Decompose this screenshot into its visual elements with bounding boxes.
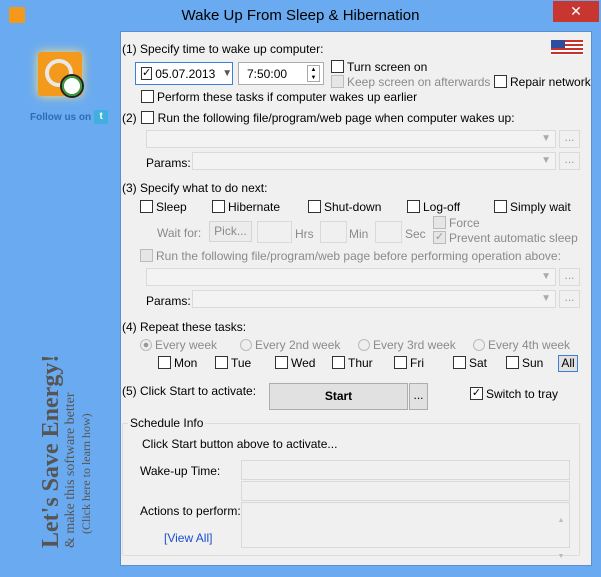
us-flag-icon[interactable]	[551, 40, 583, 55]
run-on-wake-checkbox[interactable]: (2) Run the following file/program/web pa…	[122, 111, 515, 125]
wake-params-combo[interactable]: ▼	[192, 152, 556, 170]
all-days-button[interactable]: All	[558, 355, 578, 372]
every-week-radio[interactable]: Every week	[140, 338, 217, 352]
s5-label: (5) Click Start to activate:	[122, 384, 257, 398]
s4-label: (4) Repeat these tasks:	[122, 320, 247, 334]
sec-label: Sec	[405, 227, 426, 241]
every-3rd-week-radio[interactable]: Every 3rd week	[358, 338, 456, 352]
actions-field[interactable]: ▲ ▼	[241, 502, 570, 560]
params-label: Params:	[146, 156, 191, 170]
before-program-combo[interactable]: ▼	[146, 268, 556, 286]
window-title: Wake Up From Sleep & Hibernation	[181, 7, 420, 24]
every-2nd-week-radio[interactable]: Every 2nd week	[240, 338, 340, 352]
follow-us-label: Follow us on	[30, 111, 92, 123]
before-params-label: Params:	[146, 294, 191, 308]
wait-for-label: Wait for:	[157, 226, 202, 240]
minutes-input[interactable]	[320, 221, 347, 243]
day-fri-checkbox[interactable]: Fri	[394, 356, 424, 370]
promo-subtitle: & make this software better	[63, 392, 78, 548]
s1-label: (1) Specify time to wake up computer:	[122, 42, 324, 56]
time-input[interactable]: 7:50:00 ▲ ▼	[238, 62, 324, 85]
start-button[interactable]: Start	[269, 383, 408, 410]
time-spinner[interactable]: ▲ ▼	[307, 65, 320, 82]
date-value: 05.07.2013	[155, 66, 216, 81]
wake-time-field-2	[241, 481, 570, 501]
app-logo[interactable]	[38, 52, 84, 98]
day-tue-checkbox[interactable]: Tue	[215, 356, 251, 370]
clock-icon	[60, 74, 84, 98]
scrollbar[interactable]: ▲ ▼	[553, 503, 569, 560]
simply-wait-checkbox[interactable]: Simply wait	[494, 200, 571, 214]
wake-program-combo[interactable]: ▼	[146, 130, 556, 148]
chevron-down-icon: ▼	[222, 68, 233, 79]
run-before-checkbox[interactable]: Run the following file/program/web page …	[140, 249, 561, 263]
start-options-button[interactable]: ...	[409, 383, 428, 410]
sleep-checkbox[interactable]: Sleep	[140, 200, 187, 214]
time-value: 7:50:00	[247, 67, 288, 81]
schedule-info-title: Schedule Info	[128, 416, 206, 430]
shutdown-checkbox[interactable]: Shut-down	[308, 200, 381, 214]
day-mon-checkbox[interactable]: Mon	[158, 356, 197, 370]
wake-params-browse-button[interactable]: ...	[559, 152, 580, 170]
schedule-hint: Click Start button above to activate...	[142, 437, 338, 451]
s3-label: (3) Specify what to do next:	[122, 181, 268, 195]
pick-button[interactable]: Pick...	[209, 221, 252, 242]
repair-network-checkbox[interactable]: Repair network	[494, 75, 591, 89]
follow-us-link[interactable]: Follow us on t	[30, 110, 109, 124]
perform-earlier-checkbox[interactable]: Perform these tasks if computer wakes up…	[141, 90, 417, 104]
prevent-sleep-checkbox[interactable]: ✓ Prevent automatic sleep	[433, 231, 578, 245]
before-params-browse-button[interactable]: ...	[559, 290, 580, 308]
seconds-input[interactable]	[375, 221, 402, 243]
view-all-link[interactable]: [View All]	[164, 531, 212, 545]
save-energy-promo[interactable]: Let's Save Energy! & make this software …	[38, 354, 94, 548]
wake-program-browse-button[interactable]: ...	[559, 130, 580, 148]
keep-screen-checkbox[interactable]: Keep screen on afterwards	[331, 75, 490, 89]
hours-input[interactable]	[257, 221, 292, 243]
hibernate-checkbox[interactable]: Hibernate	[212, 200, 280, 214]
before-program-browse-button[interactable]: ...	[559, 268, 580, 286]
hrs-label: Hrs	[295, 227, 314, 241]
actions-label: Actions to perform:	[140, 504, 241, 518]
day-thur-checkbox[interactable]: Thur	[332, 356, 373, 370]
date-picker[interactable]: ✓ 05.07.2013 ▼	[135, 62, 233, 85]
date-checkbox[interactable]: ✓	[141, 67, 153, 80]
turn-screen-checkbox[interactable]: Turn screen on	[331, 60, 427, 74]
force-checkbox[interactable]: Force	[433, 216, 480, 230]
switch-to-tray-checkbox[interactable]: ✓ Switch to tray	[470, 387, 558, 401]
close-button[interactable]: ✕	[553, 1, 599, 22]
day-sat-checkbox[interactable]: Sat	[453, 356, 487, 370]
logoff-checkbox[interactable]: Log-off	[407, 200, 460, 214]
min-label: Min	[349, 227, 369, 241]
promo-link: (Click here to learn how)	[79, 413, 93, 534]
day-sun-checkbox[interactable]: Sun	[506, 356, 543, 370]
day-wed-checkbox[interactable]: Wed	[275, 356, 315, 370]
before-params-combo[interactable]: ▼	[192, 290, 556, 308]
wake-time-label: Wake-up Time:	[140, 464, 221, 478]
twitter-icon: t	[94, 110, 109, 124]
every-4th-week-radio[interactable]: Every 4th week	[473, 338, 570, 352]
promo-title: Let's Save Energy!	[38, 354, 64, 548]
wake-time-field	[241, 460, 570, 480]
